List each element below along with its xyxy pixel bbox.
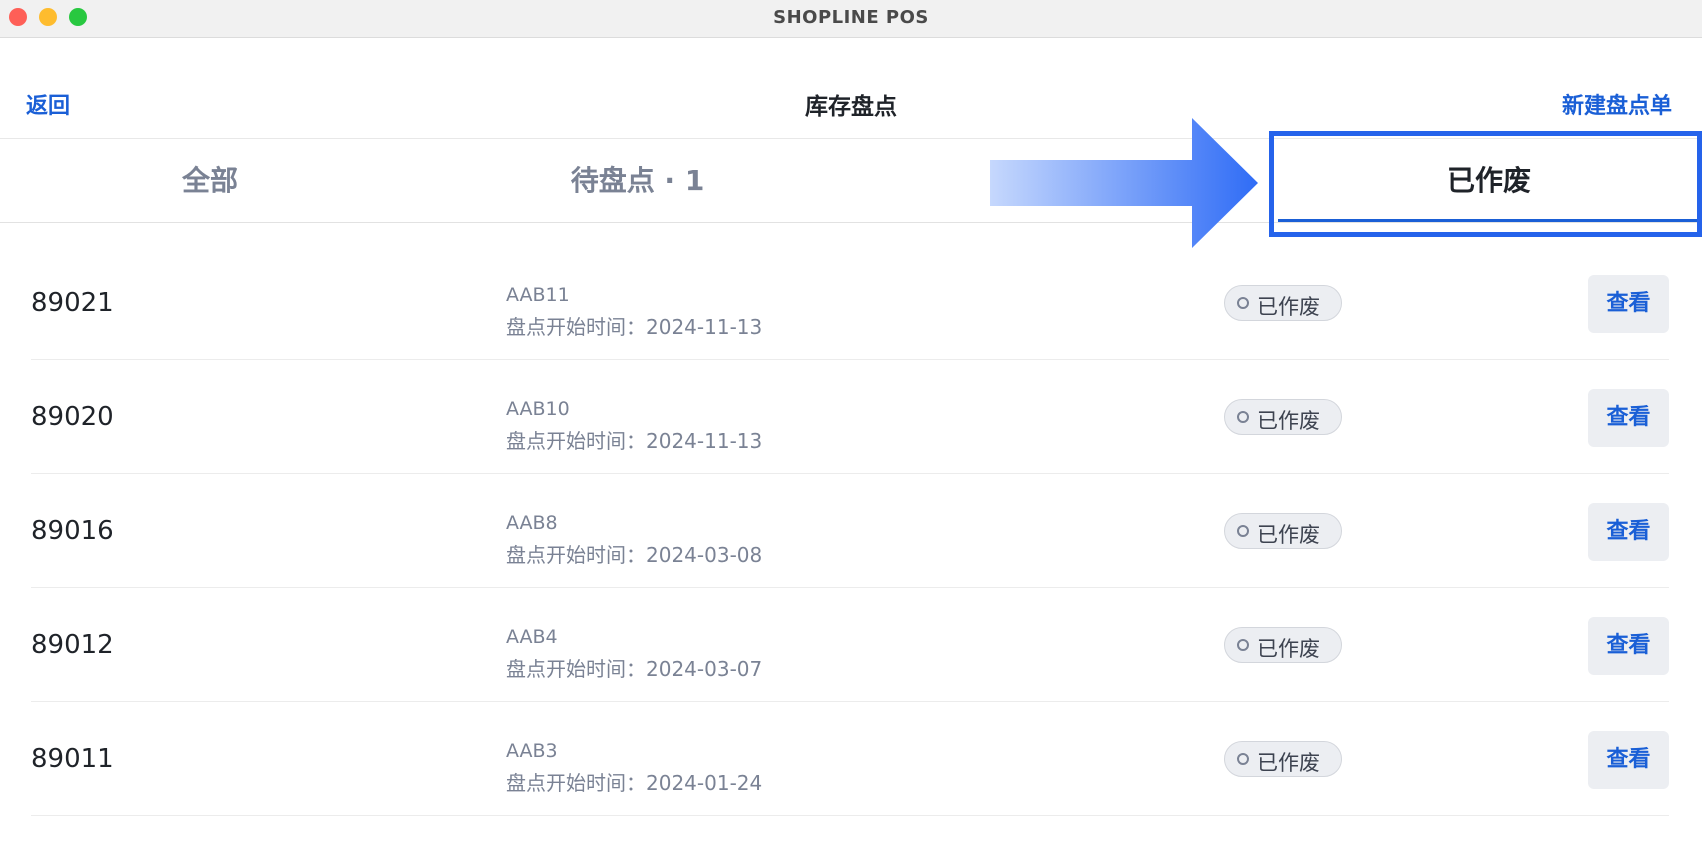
stocktake-code: AAB3	[506, 740, 558, 762]
status-dot-icon	[1237, 525, 1249, 537]
status-label: 已作废	[1257, 295, 1320, 319]
status-label: 已作废	[1257, 751, 1320, 775]
status-badge: 已作废	[1224, 285, 1342, 321]
window-titlebar: SHOPLINE POS	[0, 0, 1702, 38]
view-button[interactable]: 查看	[1588, 389, 1669, 447]
new-stocktake-link[interactable]: 新建盘点单	[1562, 88, 1672, 120]
list-item[interactable]: 89021 AAB11 盘点开始时间：2024-11-13 已作废 查看	[31, 246, 1669, 360]
stocktake-id: 89020	[31, 402, 114, 432]
status-dot-icon	[1237, 411, 1249, 423]
navigation-bar: 返回 库存盘点 新建盘点单	[0, 38, 1702, 139]
list-item[interactable]: 89016 AAB8 盘点开始时间：2024-03-08 已作废 查看	[31, 474, 1669, 588]
status-badge: 已作废	[1224, 513, 1342, 549]
view-button[interactable]: 查看	[1588, 503, 1669, 561]
view-button[interactable]: 查看	[1588, 731, 1669, 789]
stocktake-id: 89011	[31, 744, 114, 774]
stocktake-start-time: 盘点开始时间：2024-03-08	[506, 543, 763, 567]
stocktake-id: 89012	[31, 630, 114, 660]
stocktake-start-time: 盘点开始时间：2024-11-13	[506, 315, 763, 339]
annotation-arrow-icon	[990, 118, 1258, 248]
view-button[interactable]: 查看	[1588, 275, 1669, 333]
stocktake-code: AAB10	[506, 398, 570, 420]
page-title: 库存盘点	[805, 94, 897, 120]
app-title: SHOPLINE POS	[773, 7, 929, 28]
list-item[interactable]: 89012 AAB4 盘点开始时间：2024-03-07 已作废 查看	[31, 588, 1669, 702]
stocktake-start-time: 盘点开始时间：2024-11-13	[506, 429, 763, 453]
tab-all[interactable]: 全部	[0, 139, 420, 223]
list-item[interactable]: 89011 AAB3 盘点开始时间：2024-01-24 已作废 查看	[31, 702, 1669, 816]
tab-pending[interactable]: 待盘点 · 1	[425, 139, 850, 223]
status-badge: 已作废	[1224, 399, 1342, 435]
status-label: 已作废	[1257, 637, 1320, 661]
status-label: 已作废	[1257, 409, 1320, 433]
stocktake-code: AAB11	[506, 284, 570, 306]
status-dot-icon	[1237, 297, 1249, 309]
stocktake-code: AAB8	[506, 512, 558, 534]
view-button[interactable]: 查看	[1588, 617, 1669, 675]
status-badge: 已作废	[1224, 741, 1342, 777]
annotation-highlight-box	[1269, 131, 1702, 237]
stocktake-start-time: 盘点开始时间：2024-01-24	[506, 771, 763, 795]
stocktake-id: 89021	[31, 288, 114, 318]
list-item[interactable]: 89020 AAB10 盘点开始时间：2024-11-13 已作废 查看	[31, 360, 1669, 474]
stocktake-id: 89016	[31, 516, 114, 546]
status-label: 已作废	[1257, 523, 1320, 547]
stocktake-code: AAB4	[506, 626, 558, 648]
stocktake-start-time: 盘点开始时间：2024-03-07	[506, 657, 763, 681]
status-dot-icon	[1237, 753, 1249, 765]
status-dot-icon	[1237, 639, 1249, 651]
status-badge: 已作废	[1224, 627, 1342, 663]
